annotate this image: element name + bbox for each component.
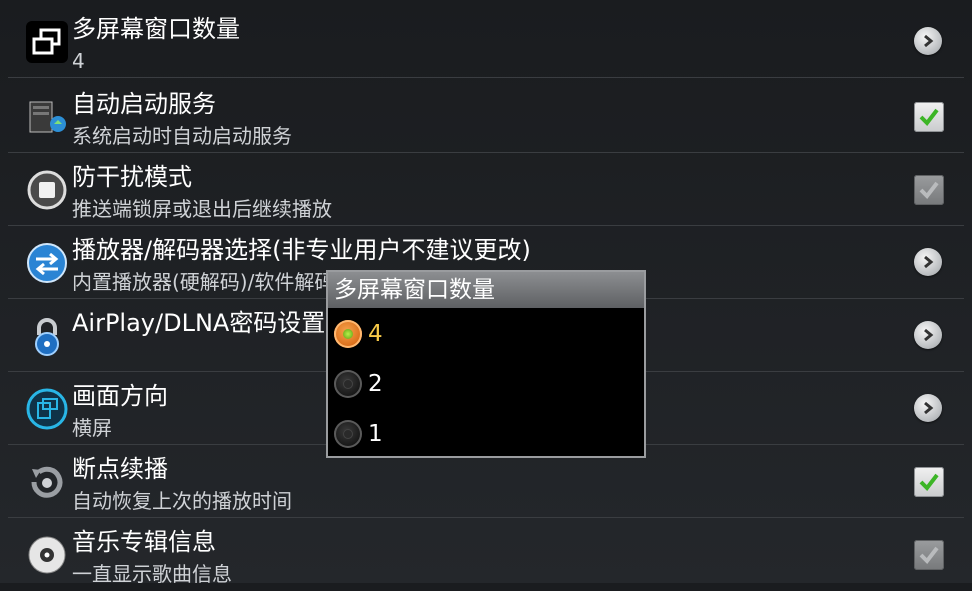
radio-unselected-icon[interactable] — [334, 420, 362, 448]
dialog-title: 多屏幕窗口数量 — [328, 272, 644, 308]
stop-button-icon — [26, 169, 68, 211]
setting-title: 音乐专辑信息 — [72, 528, 216, 556]
chevron-right-icon[interactable] — [914, 27, 944, 57]
swap-arrows-icon — [26, 242, 68, 284]
setting-summary: 自动恢复上次的播放时间 — [72, 489, 292, 513]
resume-icon — [26, 461, 68, 503]
setting-summary: 4 — [72, 49, 85, 73]
setting-title: 播放器/解码器选择(非专业用户不建议更改) — [72, 236, 531, 264]
setting-title: 断点续播 — [72, 455, 168, 483]
setting-title: 画面方向 — [72, 382, 168, 410]
checkbox-unchecked[interactable] — [914, 175, 944, 205]
dialog-option-4[interactable]: 4 — [332, 314, 632, 354]
option-label: 1 — [368, 421, 383, 447]
dialog-option-2[interactable]: 2 — [332, 364, 632, 404]
chevron-right-icon[interactable] — [914, 394, 944, 424]
setting-summary: 内置播放器(硬解码)/软件解码 — [72, 270, 335, 294]
setting-summary: 一直显示歌曲信息 — [72, 562, 232, 586]
chevron-right-icon[interactable] — [914, 248, 944, 278]
dialog-option-1[interactable]: 1 — [332, 414, 632, 454]
radio-selected-icon[interactable] — [334, 320, 362, 348]
chevron-right-icon[interactable] — [914, 321, 944, 351]
computer-service-icon — [26, 96, 68, 138]
setting-music-album-info[interactable]: 音乐专辑信息 一直显示歌曲信息 — [0, 518, 972, 591]
disc-icon — [26, 534, 68, 576]
setting-summary: 系统启动时自动启动服务 — [72, 124, 292, 148]
setting-summary: 横屏 — [72, 416, 112, 440]
setting-multi-window-count[interactable]: 多屏幕窗口数量 4 — [0, 5, 972, 78]
setting-anti-interference-mode[interactable]: 防干扰模式 推送端锁屏或退出后继续播放 — [0, 153, 972, 226]
setting-summary: 推送端锁屏或退出后继续播放 — [72, 197, 332, 221]
option-label: 2 — [368, 371, 383, 397]
window-count-dialog: 多屏幕窗口数量 4 2 1 — [326, 270, 646, 458]
checkbox-checked[interactable] — [914, 467, 944, 497]
multi-window-icon — [26, 21, 68, 63]
row-divider — [8, 77, 964, 78]
setting-title: 防干扰模式 — [72, 163, 192, 191]
screen-rotate-icon — [26, 388, 68, 430]
checkbox-unchecked[interactable] — [914, 540, 944, 570]
padlock-icon — [26, 315, 68, 357]
radio-unselected-icon[interactable] — [334, 370, 362, 398]
checkbox-checked[interactable] — [914, 102, 944, 132]
setting-title: 自动启动服务 — [72, 90, 216, 118]
setting-title: AirPlay/DLNA密码设置 — [72, 309, 326, 337]
setting-auto-start-service[interactable]: 自动启动服务 系统启动时自动启动服务 — [0, 80, 972, 153]
option-label: 4 — [368, 321, 383, 347]
setting-title: 多屏幕窗口数量 — [72, 15, 240, 43]
